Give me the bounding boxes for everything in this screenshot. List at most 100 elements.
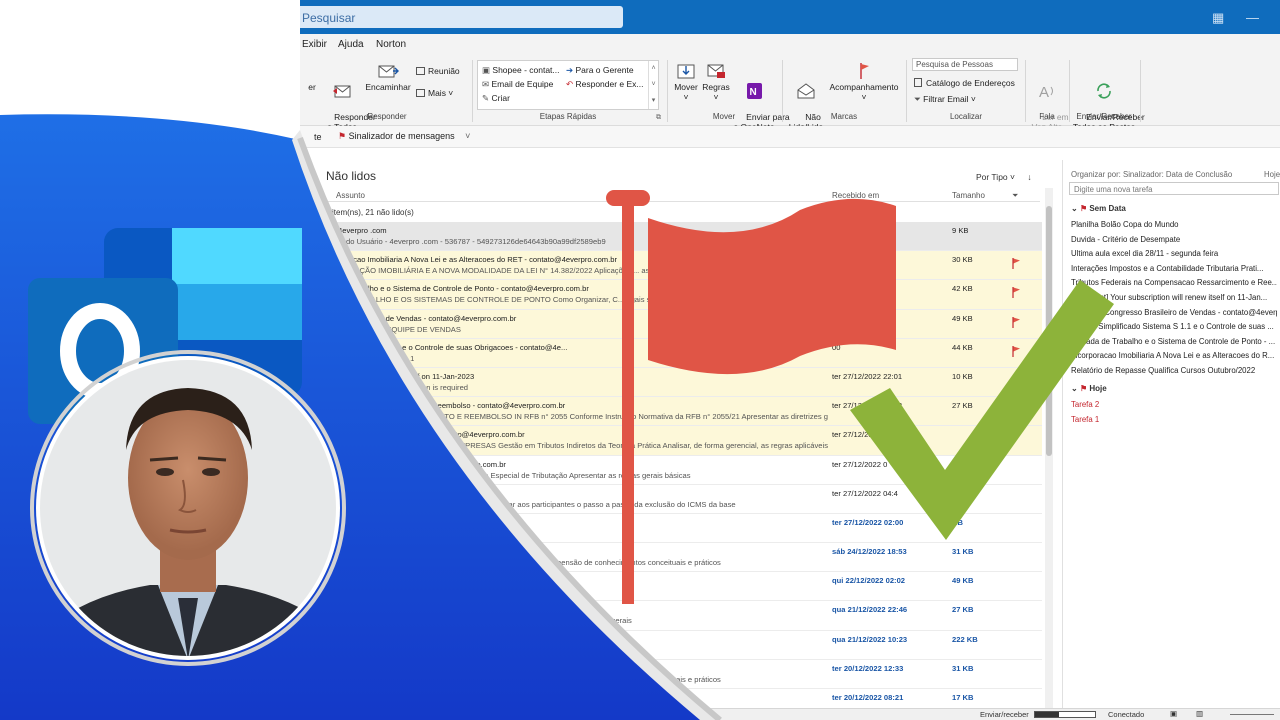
section-label: Hoje — [1089, 384, 1107, 393]
meeting-label: Reunião — [428, 66, 460, 76]
quick-step-reply-delete[interactable]: ↶ Responder e Ex... — [566, 79, 644, 90]
meeting-button[interactable]: Reunião — [416, 66, 460, 77]
people-search-input[interactable]: Pesquisa de Pessoas — [912, 58, 1018, 71]
todo-item[interactable]: Relatório de Repasse Qualifica Cursos Ou… — [1071, 366, 1277, 375]
group-header[interactable]: l item(ns), 21 não lido(s) — [328, 208, 414, 217]
message-received: ter 20/12/2022 12:33 — [832, 663, 904, 673]
collapse-icon: ⌄ — [1071, 204, 1078, 213]
message-flag-icon[interactable] — [1012, 258, 1021, 270]
svg-text:N: N — [750, 87, 757, 98]
new-task-input[interactable]: Digite uma nova tarefa — [1069, 182, 1279, 195]
message-flag-label: Sinalizador de mensagens — [348, 131, 455, 141]
view-normal-icon[interactable]: ▣ — [1170, 709, 1177, 718]
divider — [667, 60, 668, 122]
sort-arrow-icon[interactable]: ↓ — [1027, 172, 1031, 182]
message-size: 31 KB — [952, 547, 974, 557]
flag-filter-icon[interactable]: ⏷ — [1012, 191, 1018, 201]
address-book-label: Catálogo de Endereços — [926, 78, 1015, 88]
quick-step-create[interactable]: ✎ Criar — [482, 93, 510, 104]
todo-pane: Organizar por: Sinalizador: Data de Conc… — [1062, 160, 1280, 708]
move-button[interactable]: Mover ˅ — [672, 62, 700, 102]
todo-item-today[interactable]: Tarefa 1 — [1071, 415, 1277, 424]
quick-steps-gallery: ▣ Shopee - contat... ✉ Email de Equipe ✎… — [477, 60, 659, 110]
filter-email-button[interactable]: ⏷ Filtrar Email ˅ — [914, 94, 976, 105]
quick-step-shopee[interactable]: ▣ Shopee - contat... — [482, 65, 560, 76]
message-size: 27 KB — [952, 605, 974, 615]
message-received: qua 21/12/2022 10:23 — [832, 634, 908, 644]
todo-item[interactable]: Ultima aula excel dia 28/11 - segunda fe… — [1071, 249, 1277, 258]
layout-icon[interactable]: ▦ — [1212, 10, 1224, 26]
quick-access-item[interactable]: te — [314, 132, 322, 142]
group-quick-steps: Etapas Rápidas — [539, 112, 597, 121]
section-no-date[interactable]: ⌄ ⚑ Sem Data — [1071, 204, 1126, 213]
message-flag-icon[interactable] — [1012, 316, 1021, 328]
message-size: 17 KB — [952, 693, 974, 702]
reply-all-icon — [333, 85, 351, 98]
calendar-icon — [416, 67, 425, 75]
list-scrollbar[interactable] — [1045, 188, 1053, 708]
message-received: qua 21/12/2022 22:46 — [832, 605, 908, 615]
section-today[interactable]: ⌄ ⚑ Hoje — [1071, 384, 1107, 393]
zoom-slider[interactable] — [1230, 714, 1274, 715]
todo-item[interactable]: Jornada de Trabalho e o Sistema de Contr… — [1071, 337, 1277, 346]
message-received: qui 22/12/2022 02:02 — [832, 576, 906, 586]
group-responder: Responder — [367, 112, 407, 121]
group-send-receive: Enviar/Receber — [1076, 112, 1132, 121]
flag-icon: ⚑ — [1079, 384, 1088, 393]
todo-item-today[interactable]: Tarefa 2 — [1071, 400, 1277, 409]
group-tags: Marcas — [830, 112, 858, 121]
todo-item[interactable]: Esocial Simplificado Sistema S 1.1 e o C… — [1071, 322, 1277, 331]
minimize-icon[interactable]: — — [1246, 10, 1259, 25]
address-book-icon — [914, 78, 922, 87]
collapse-icon: ⌄ — [1071, 384, 1078, 393]
todo-item[interactable]: Duvida - Critério de Desempate — [1071, 235, 1277, 244]
message-flag-button[interactable]: ⚑ Sinalizador de mensagens ˅ — [338, 131, 470, 142]
todo-item[interactable]: Tributos Federais na Compensacao Ressarc… — [1071, 278, 1277, 287]
more-label: Mais ˅ — [428, 88, 454, 98]
message-flag-icon[interactable] — [1012, 345, 1021, 357]
search-box[interactable]: Pesquisar — [290, 6, 623, 28]
sort-by-type[interactable]: Por Tipo ˅ ↓ — [976, 172, 1032, 182]
todo-header-right: Hoje — [1264, 170, 1280, 179]
divider — [1140, 60, 1141, 122]
menu-norton[interactable]: Norton — [376, 39, 406, 50]
todo-item[interactable]: Incorporacao Imobiliaria A Nova Lei e as… — [1071, 351, 1277, 360]
reply-label: er — [308, 82, 316, 92]
dialog-launcher-icon[interactable]: ⧉ — [656, 112, 661, 123]
more-button[interactable]: Mais ˅ — [416, 88, 453, 99]
address-book-button[interactable]: Catálogo de Endereços — [914, 78, 1015, 89]
todo-item[interactable]: Planilha Bolão Copa do Mundo — [1071, 220, 1277, 229]
sort-label: Por Tipo ˅ — [976, 172, 1015, 182]
chevron-down-icon: ˅ — [465, 131, 471, 141]
quick-step-team-email[interactable]: ✉ Email de Equipe — [482, 79, 553, 90]
menu-ajuda[interactable]: Ajuda — [338, 39, 364, 50]
col-received[interactable]: Recebido em — [832, 191, 879, 200]
rules-button[interactable]: Regras ˅ — [702, 62, 730, 102]
column-headers: Assunto Recebido em Tamanho ⏷ — [300, 188, 1040, 202]
quick-step-label: Para o Gerente — [575, 65, 634, 75]
rules-label: Regras — [702, 82, 730, 92]
read-aloud-icon: A — [1039, 84, 1053, 100]
message-received: ter 20/12/2022 08:21 — [832, 693, 904, 702]
todo-arrange-by[interactable]: Organizar por: Sinalizador: Data de Conc… — [1071, 170, 1232, 179]
gallery-scroll[interactable]: ˄ ˅ ▾ — [648, 61, 658, 109]
divider — [472, 60, 473, 122]
more-icon — [416, 89, 425, 97]
message-size: 49 KB — [952, 576, 974, 586]
reply-button[interactable]: er — [304, 82, 320, 92]
message-flag-icon[interactable] — [1012, 287, 1021, 299]
quick-step-to-manager[interactable]: ➔ Para o Gerente — [566, 65, 634, 76]
col-subject[interactable]: Assunto — [336, 191, 365, 200]
menu-exibir[interactable]: Exibir — [302, 39, 327, 50]
divider — [1069, 60, 1070, 122]
forward-button[interactable]: Encaminhar — [365, 62, 411, 92]
chevron-down-icon: ˅ — [683, 92, 689, 102]
message-received: sáb 24/12/2022 18:53 — [832, 547, 907, 557]
view-reading-icon[interactable]: ▥ — [1196, 709, 1203, 718]
move-icon — [677, 64, 695, 79]
col-size[interactable]: Tamanho — [952, 191, 985, 200]
onenote-icon: N — [747, 83, 762, 99]
todo-item[interactable]: Interações Impostos e a Contabilidade Tr… — [1071, 264, 1277, 273]
todo-header-label: Organizar por: Sinalizador: Data de Conc… — [1071, 170, 1233, 179]
followup-button[interactable]: Acompanhamento ˅ — [828, 62, 900, 102]
